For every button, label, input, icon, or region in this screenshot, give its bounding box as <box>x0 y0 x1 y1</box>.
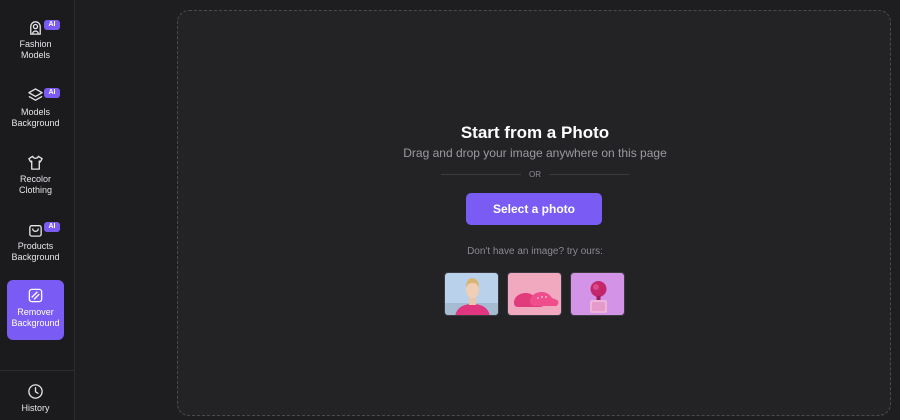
sample-thumbnail-model[interactable] <box>444 272 499 316</box>
divider-line <box>441 173 521 175</box>
sidebar-item-fashion-models[interactable]: AI Fashion Models <box>7 12 64 72</box>
sidebar-item-label: Models Background <box>11 107 60 128</box>
select-photo-button[interactable]: Select a photo <box>466 193 602 225</box>
sidebar: AI Fashion Models AI Models Background R… <box>0 0 75 420</box>
ai-badge: AI <box>44 20 60 30</box>
tshirt-icon <box>27 153 45 171</box>
sidebar-item-remover-background[interactable]: Remover Background <box>7 280 64 340</box>
upload-title: Start from a Photo <box>460 123 610 142</box>
or-divider: OR <box>441 168 629 180</box>
bag-icon <box>27 220 45 238</box>
sidebar-item-label: Fashion Models <box>19 39 52 60</box>
sidebar-item-label: Remover Background <box>11 307 60 328</box>
sidebar-item-history[interactable]: History <box>7 376 64 416</box>
sample-hint: Don't have an image? try ours: <box>467 246 603 257</box>
sidebar-item-label: Recolor Clothing <box>18 174 53 195</box>
divider-line <box>549 173 629 175</box>
layers-icon <box>27 86 45 104</box>
sidebar-item-label: Products Background <box>11 241 60 262</box>
upload-subtitle: Drag and drop your image anywhere on thi… <box>403 146 667 160</box>
sidebar-item-recolor-clothing[interactable]: Recolor Clothing <box>7 147 64 207</box>
image-dropzone[interactable]: Start from a Photo Drag and drop your im… <box>177 10 891 416</box>
or-label: OR <box>529 169 541 179</box>
clock-icon <box>27 382 45 400</box>
hanger-person-icon <box>27 18 45 36</box>
pink-shoes-sample <box>508 273 561 315</box>
ai-badge: AI <box>44 222 60 232</box>
sidebar-divider <box>0 370 74 371</box>
sidebar-item-products-background[interactable]: AI Products Background <box>7 214 64 274</box>
sidebar-item-label: History <box>21 403 50 413</box>
pink-perfume-sample <box>571 273 624 315</box>
sidebar-item-models-background[interactable]: AI Models Background <box>7 80 64 140</box>
sample-thumbnail-perfume[interactable] <box>570 272 625 316</box>
remove-background-icon <box>27 286 45 304</box>
ai-badge: AI <box>44 88 60 98</box>
model-portrait-sample <box>445 273 498 315</box>
sample-thumbnail-shoes[interactable] <box>507 272 562 316</box>
